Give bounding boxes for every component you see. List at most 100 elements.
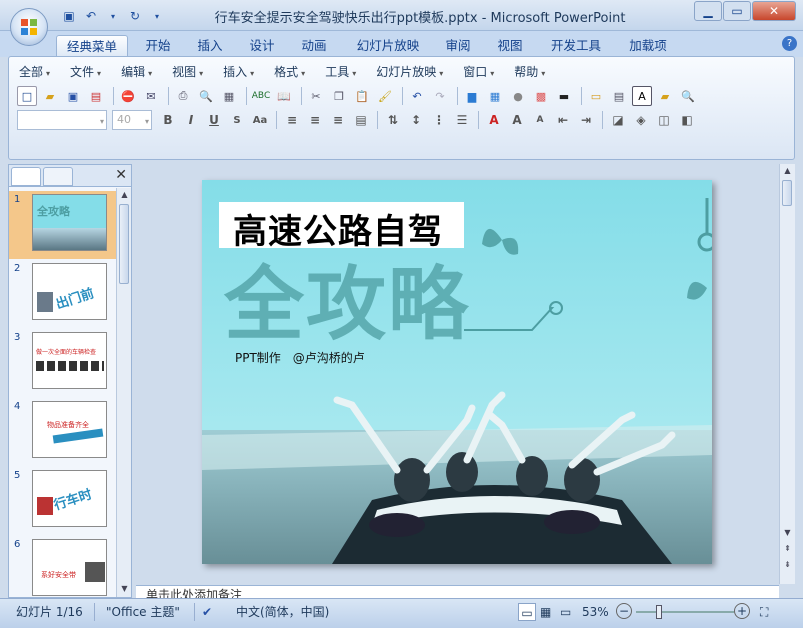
view-slideshow-icon[interactable]: ▭ xyxy=(560,603,571,621)
menu-file[interactable]: 文件 ▾ xyxy=(70,63,101,81)
save-icon[interactable]: ▣ xyxy=(60,7,78,25)
numbering-icon[interactable]: ⋮ xyxy=(428,110,450,130)
tab-classic-menu[interactable]: 经典菜单 xyxy=(56,35,128,57)
justify-icon[interactable]: ▤ xyxy=(350,110,372,130)
redo-icon[interactable]: ↷ xyxy=(430,86,450,106)
chart-icon[interactable]: ▆ xyxy=(462,86,482,106)
shape-fill-icon[interactable]: ◧ xyxy=(676,110,698,130)
publish-icon[interactable]: ✉ xyxy=(141,86,161,106)
scroll-thumb[interactable] xyxy=(119,204,129,284)
arrange-icon[interactable]: ◈ xyxy=(630,110,652,130)
tab-slideshow[interactable]: 幻灯片放映 xyxy=(346,35,430,57)
clipart-icon[interactable]: ● xyxy=(508,86,528,106)
tab-insert[interactable]: 插入 xyxy=(188,35,232,57)
underline-button[interactable]: U xyxy=(203,110,225,130)
tab-review[interactable]: 审阅 xyxy=(436,35,480,57)
text-box-icon[interactable]: A xyxy=(632,86,652,106)
previous-slide-icon[interactable]: ⇞ xyxy=(781,542,794,556)
thumbnail-5[interactable]: 5 行车时 xyxy=(9,467,116,535)
shrink-font-icon[interactable]: A xyxy=(529,110,551,130)
redo-icon[interactable]: ↻ xyxy=(126,7,144,25)
quick-styles-icon[interactable]: ◫ xyxy=(653,110,675,130)
view-sorter-icon[interactable]: ▦ xyxy=(540,603,551,621)
scroll-down-icon[interactable]: ▼ xyxy=(781,526,794,540)
new-slide-icon[interactable]: ▭ xyxy=(586,86,606,106)
new-icon[interactable]: □ xyxy=(17,86,37,106)
align-right-icon[interactable]: ≡ xyxy=(327,110,349,130)
decrease-indent-icon[interactable]: ⇤ xyxy=(552,110,574,130)
menu-format[interactable]: 格式 ▾ xyxy=(274,63,305,81)
font-size-field[interactable]: 40 ▾ xyxy=(112,110,152,130)
permission-icon[interactable]: ⛔ xyxy=(118,86,138,106)
scroll-thumb[interactable] xyxy=(782,180,792,206)
format-painter-icon[interactable]: 🖌 xyxy=(375,86,395,106)
thumbnail-scrollbar[interactable]: ▲ ▼ xyxy=(116,188,131,597)
background-icon[interactable]: ▬ xyxy=(554,86,574,106)
cut-icon[interactable]: ✂ xyxy=(306,86,326,106)
help-icon[interactable]: ? xyxy=(782,36,797,51)
zoom-level[interactable]: 53% xyxy=(582,603,609,621)
zoom-in-icon[interactable]: + xyxy=(734,603,750,619)
layout-icon[interactable]: ▤ xyxy=(609,86,629,106)
menu-all[interactable]: 全部 ▾ xyxy=(19,63,50,81)
undo-icon[interactable]: ↶ xyxy=(407,86,427,106)
save-icon[interactable]: ▣ xyxy=(63,86,83,106)
increase-indent-icon[interactable]: ⇥ xyxy=(575,110,597,130)
zoom-out-icon[interactable]: − xyxy=(616,603,632,619)
preview-icon[interactable]: 🔍 xyxy=(196,86,216,106)
tab-view[interactable]: 视图 xyxy=(488,35,532,57)
spell-check-icon[interactable]: ✔ xyxy=(202,603,212,621)
line-spacing-icon[interactable]: ↕ xyxy=(405,110,427,130)
fit-to-window-icon[interactable]: ⛶ xyxy=(760,603,768,621)
theme-name[interactable]: "Office 主题" xyxy=(106,603,180,621)
shapes-icon[interactable]: ◪ xyxy=(607,110,629,130)
text-direction-icon[interactable]: ⇅ xyxy=(382,110,404,130)
undo-icon[interactable]: ↶ xyxy=(82,7,100,25)
zoom-slider-thumb[interactable] xyxy=(656,605,662,619)
maximize-button[interactable]: ▭ xyxy=(723,1,751,21)
find-icon[interactable]: 🔍 xyxy=(678,86,698,106)
menu-window[interactable]: 窗口 ▾ xyxy=(463,63,494,81)
tab-addins[interactable]: 加载项 xyxy=(620,35,676,57)
grow-font-icon[interactable]: A xyxy=(506,110,528,130)
menu-insert[interactable]: 插入 ▾ xyxy=(223,63,254,81)
folder-icon[interactable]: ▰ xyxy=(655,86,675,106)
scroll-down-icon[interactable]: ▼ xyxy=(118,582,131,596)
menu-tools[interactable]: 工具 ▾ xyxy=(325,63,356,81)
open-icon[interactable]: ▰ xyxy=(40,86,60,106)
change-case-button[interactable]: Aa xyxy=(249,110,271,130)
thumbnail-2[interactable]: 2 出门前 xyxy=(9,260,116,328)
zoom-slider[interactable] xyxy=(636,605,734,619)
tab-slides[interactable] xyxy=(11,167,41,186)
slide-scrollbar[interactable]: ▲ ▼ ⇞ ⇟ xyxy=(779,164,795,584)
menu-edit[interactable]: 编辑 ▾ xyxy=(121,63,152,81)
menu-slideshow[interactable]: 幻灯片放映 ▾ xyxy=(376,63,443,81)
print-preview-icon[interactable]: ▤ xyxy=(86,86,106,106)
notes-pane[interactable]: 单击此处添加备注 xyxy=(136,585,779,599)
font-color-icon[interactable]: A xyxy=(483,110,505,130)
print-icon[interactable]: ⎙ xyxy=(173,86,193,106)
font-name-field[interactable]: ▾ xyxy=(17,110,107,130)
minimize-button[interactable]: ▁ xyxy=(694,1,722,21)
menu-help[interactable]: 帮助 ▾ xyxy=(514,63,545,81)
office-button[interactable] xyxy=(10,8,48,46)
spelling-icon[interactable]: ABC xyxy=(251,86,271,106)
bullets-icon[interactable]: ☰ xyxy=(451,110,473,130)
tab-developer[interactable]: 开发工具 xyxy=(540,35,612,57)
tab-home[interactable]: 开始 xyxy=(136,35,180,57)
bold-button[interactable]: B xyxy=(157,110,179,130)
align-center-icon[interactable]: ≡ xyxy=(304,110,326,130)
tab-design[interactable]: 设计 xyxy=(240,35,284,57)
language[interactable]: 中文(简体，中国) xyxy=(236,603,329,621)
research-icon[interactable]: 📖 xyxy=(274,86,294,106)
strikethrough-button[interactable]: S xyxy=(226,110,248,130)
tab-outline[interactable] xyxy=(43,167,73,186)
thumbnail-3[interactable]: 3 做一次全面的车辆检查 xyxy=(9,329,116,397)
next-slide-icon[interactable]: ⇟ xyxy=(781,558,794,572)
close-button[interactable]: ✕ xyxy=(752,1,796,21)
dropdown-icon[interactable]: ▾ xyxy=(104,7,122,25)
align-left-icon[interactable]: ≡ xyxy=(281,110,303,130)
thumbnail-6[interactable]: 6 系好安全带 xyxy=(9,536,116,598)
scroll-up-icon[interactable]: ▲ xyxy=(118,188,131,202)
thumbnail-1[interactable]: 1 全攻略 xyxy=(9,191,116,259)
